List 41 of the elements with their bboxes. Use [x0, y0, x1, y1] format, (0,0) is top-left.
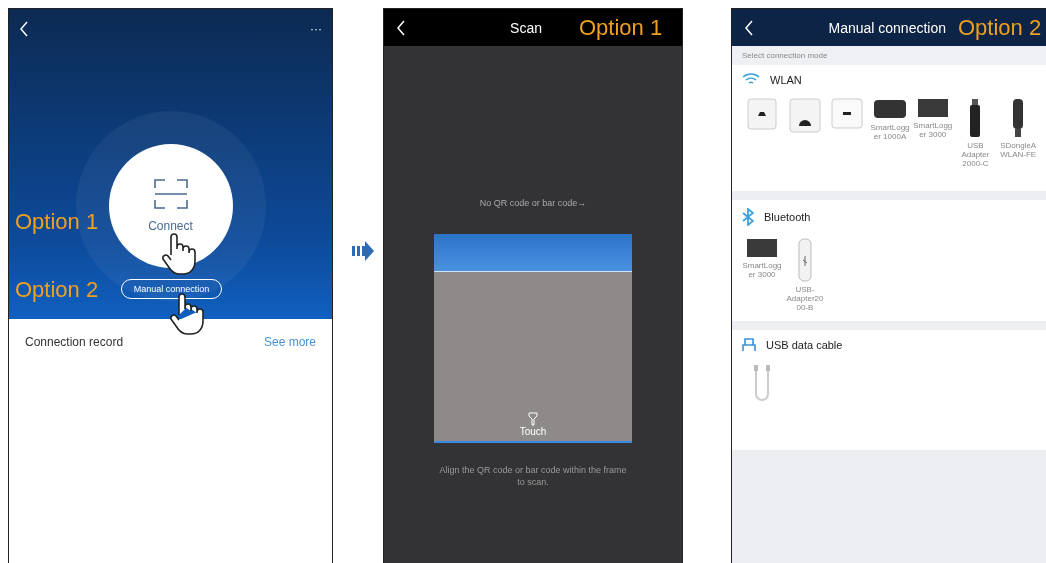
option-annotation: Option 1 [15, 209, 99, 235]
screen-title: Manual connection [828, 19, 946, 36]
device-label: USB-Adapter2000-B [785, 285, 825, 313]
logger-image[interactable] [916, 98, 949, 118]
device-label: SmartLogger 1000A [870, 123, 910, 142]
device-label: USB Adapter 2000-C [960, 141, 991, 169]
connection-mode-title: Bluetooth [764, 211, 811, 223]
no-code-link[interactable]: No QR code or bar code→ [479, 198, 587, 208]
flashlight-label: Touch [519, 426, 547, 437]
inverter-image[interactable] [746, 98, 777, 132]
wifi-icon [742, 73, 760, 86]
bluetooth-icon [742, 208, 754, 226]
see-more-link[interactable]: See more [263, 335, 316, 349]
back-icon[interactable] [744, 19, 754, 36]
device-label: SDongleA WLAN-FE [999, 141, 1038, 160]
dongle-image[interactable] [1011, 98, 1026, 138]
inverter-image[interactable] [788, 98, 821, 134]
back-icon[interactable] [396, 19, 406, 36]
connection-mode-title: WLAN [770, 73, 802, 86]
section-subtitle: Select connection mode [732, 46, 1046, 65]
hand-pointer-icon [161, 231, 197, 275]
connection-mode-title: USB data cable [766, 339, 843, 351]
logger-image[interactable] [873, 98, 907, 120]
option-annotation: Option 1 [579, 15, 663, 41]
flashlight-icon[interactable] [528, 412, 538, 426]
more-button[interactable]: ··· [310, 22, 322, 36]
device-label: SmartLogger 3000 [742, 261, 782, 280]
scan-instructions: Align the QR code or bar code within the frame to scan. [438, 465, 628, 489]
option-annotation: Option 2 [15, 277, 99, 303]
connect-button[interactable]: Connect [108, 144, 233, 268]
usb-icon [742, 338, 756, 352]
screen-title: Scan [510, 19, 542, 36]
scan-icon [153, 179, 188, 209]
connection-record-title: Connection record [25, 335, 124, 349]
logger-image[interactable] [746, 238, 778, 258]
option-annotation: Option 2 [958, 15, 1042, 41]
right-arrow-icon [352, 240, 374, 262]
usb-adapter-image[interactable] [969, 98, 982, 138]
back-icon[interactable] [19, 21, 29, 37]
inverter-image[interactable] [831, 98, 864, 130]
device-label: SmartLogger 3000 [912, 121, 953, 140]
